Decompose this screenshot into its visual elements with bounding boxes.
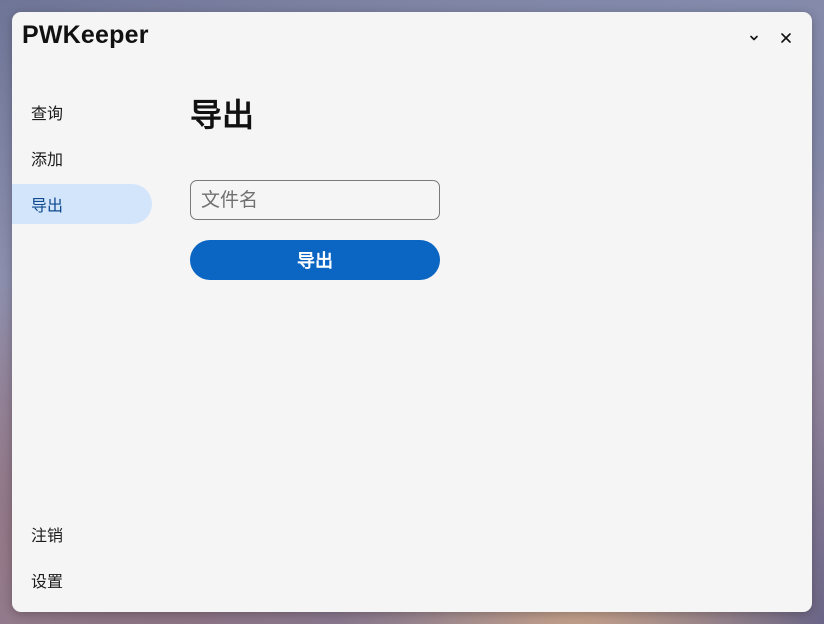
app-title: PWKeeper bbox=[22, 21, 149, 49]
close-icon bbox=[781, 33, 791, 43]
sidebar-item-export[interactable]: 导出 bbox=[12, 184, 152, 224]
app-window: PWKeeper 查询 添加 导出 注销 设置 导出 导出 bbox=[12, 12, 812, 612]
sidebar-item-label: 设置 bbox=[31, 572, 64, 591]
page-title: 导出 bbox=[190, 96, 255, 134]
sidebar-item-label: 添加 bbox=[31, 150, 64, 169]
sidebar-item-label: 查询 bbox=[31, 104, 64, 123]
close-button[interactable] bbox=[774, 26, 798, 50]
minimize-button[interactable] bbox=[742, 26, 766, 50]
sidebar-item-add[interactable]: 添加 bbox=[12, 138, 152, 178]
export-button[interactable]: 导出 bbox=[190, 240, 440, 280]
chevron-down-icon bbox=[750, 35, 758, 41]
filename-input[interactable] bbox=[190, 180, 440, 220]
sidebar-item-label: 导出 bbox=[31, 196, 64, 215]
export-button-label: 导出 bbox=[297, 251, 333, 272]
sidebar-item-settings[interactable]: 设置 bbox=[12, 560, 152, 600]
sidebar-item-query[interactable]: 查询 bbox=[12, 92, 152, 132]
sidebar-item-logout[interactable]: 注销 bbox=[12, 514, 152, 554]
sidebar-item-label: 注销 bbox=[31, 526, 64, 545]
